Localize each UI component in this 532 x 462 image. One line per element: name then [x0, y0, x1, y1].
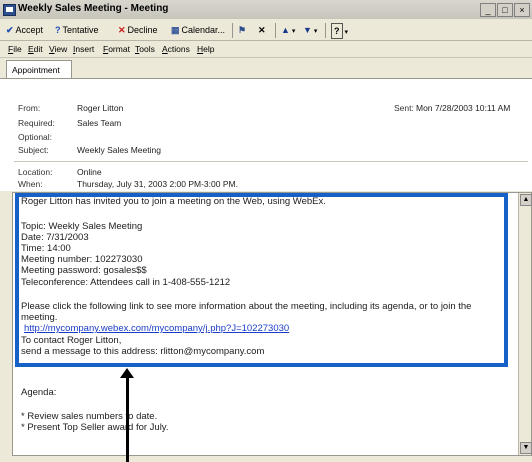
sent-value: Mon 7/28/2003 10:11 AM — [416, 103, 511, 113]
calendar-label: Calendar... — [181, 25, 226, 35]
when-value: Thursday, July 31, 2003 2:00 PM-3:00 PM. — [77, 179, 238, 189]
vertical-scrollbar[interactable]: ▲ ▼ — [518, 193, 532, 455]
minimize-button[interactable]: _ — [480, 3, 496, 17]
menu-actions[interactable]: Actions — [162, 44, 190, 54]
help-icon: ? — [331, 23, 343, 39]
menu-file[interactable]: File — [8, 44, 22, 54]
help-button[interactable]: ? ▾ — [331, 23, 348, 39]
toolbar-separator — [325, 23, 326, 38]
accept-button[interactable]: ✔ Accept — [6, 23, 43, 37]
scroll-up-icon[interactable]: ▲ — [520, 194, 532, 206]
close-button[interactable]: × — [514, 3, 530, 17]
decline-button[interactable]: ✕ Decline — [118, 23, 158, 37]
menu-bar: File Edit View Insert Format Tools Actio… — [0, 41, 532, 58]
highlight-box — [15, 193, 508, 367]
delete-icon[interactable]: ✕ — [258, 23, 268, 37]
meeting-header: From: Roger Litton Sent: Mon 7/28/2003 1… — [0, 78, 532, 191]
agenda-item: * Present Top Seller award for July. — [21, 422, 169, 433]
tentative-label: Tentative — [62, 25, 99, 35]
title-bar[interactable]: Weekly Sales Meeting - Meeting _ □ × — [0, 0, 532, 19]
menu-help[interactable]: Help — [197, 44, 214, 54]
location-value: Online — [77, 167, 102, 177]
subject-label: Subject: — [18, 145, 49, 155]
tab-appointment-label: Appointment — [12, 65, 60, 75]
callout-arrow — [126, 374, 129, 462]
toolbar-separator — [232, 23, 233, 38]
tentative-button[interactable]: ? Tentative — [55, 23, 99, 37]
required-label: Required: — [18, 118, 55, 128]
toolbar: ✔ Accept ? Tentative ✕ Decline ▦ Calendar...… — [0, 20, 532, 41]
scroll-down-icon[interactable]: ▼ — [520, 442, 532, 454]
calendar-icon: ▦ — [171, 25, 180, 35]
header-divider — [14, 161, 528, 162]
menu-insert[interactable]: Insert — [73, 44, 94, 54]
accept-label: Accept — [15, 25, 44, 35]
checkmark-icon: ✔ — [6, 25, 14, 35]
tab-strip: Appointment — [0, 58, 532, 79]
when-label: When: — [18, 179, 43, 189]
flag-icon[interactable]: ⚑ — [238, 23, 248, 37]
window-controls: _ □ × — [480, 3, 530, 17]
toolbar-separator — [275, 23, 276, 38]
sent-label: Sent: — [394, 103, 414, 113]
optional-label: Optional: — [18, 132, 53, 142]
decline-label: Decline — [127, 25, 158, 35]
meeting-window: Weekly Sales Meeting - Meeting _ □ × ✔ Ac… — [0, 0, 532, 462]
menu-tools[interactable]: Tools — [135, 44, 155, 54]
menu-edit[interactable]: Edit — [28, 44, 43, 54]
from-label: From: — [18, 103, 41, 113]
from-value: Roger Litton — [77, 103, 124, 113]
menu-view[interactable]: View — [49, 44, 67, 54]
tab-appointment[interactable]: Appointment — [6, 60, 72, 79]
meeting-app-icon — [3, 4, 16, 16]
decline-x-icon: ✕ — [118, 25, 126, 35]
subject-value: Weekly Sales Meeting — [77, 145, 161, 155]
location-label: Location: — [18, 167, 53, 177]
window-title: Weekly Sales Meeting - Meeting — [18, 3, 169, 14]
previous-item-icon[interactable]: ▲ ▾ — [281, 23, 295, 37]
required-value: Sales Team — [77, 118, 122, 128]
agenda-label: Agenda: — [21, 387, 57, 398]
agenda-item: * Review sales numbers to date. — [21, 411, 158, 422]
calendar-button[interactable]: ▦ Calendar... — [171, 23, 225, 37]
question-icon: ? — [55, 25, 61, 35]
next-item-icon[interactable]: ▼ ▾ — [303, 23, 317, 37]
maximize-button[interactable]: □ — [497, 3, 513, 17]
menu-format[interactable]: Format — [103, 44, 130, 54]
